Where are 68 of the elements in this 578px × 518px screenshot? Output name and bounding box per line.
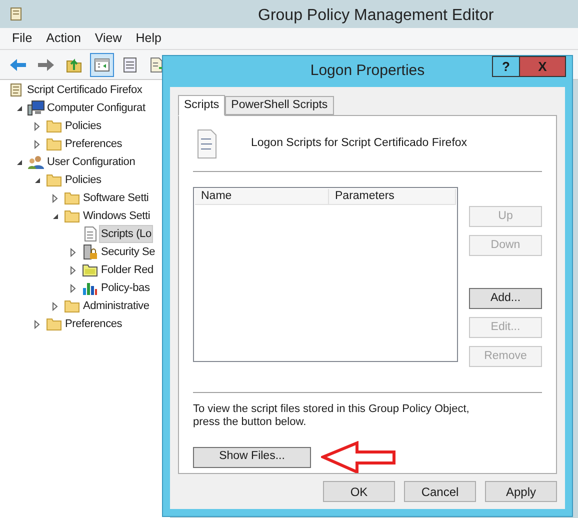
column-header[interactable]: Parameters	[329, 189, 456, 205]
tree-item[interactable]: Windows Setti	[81, 207, 152, 225]
folder-icon	[64, 209, 80, 223]
scripts-heading: Logon Scripts for Script Certificado Firefox	[251, 136, 468, 151]
scroll-icon	[8, 6, 24, 22]
script-icon	[82, 226, 98, 242]
toolbar-button[interactable]	[90, 52, 114, 76]
forward-arrow-icon	[37, 58, 55, 72]
tree-item[interactable]: Preferences	[63, 315, 124, 333]
collapsed-caret-icon[interactable]	[34, 122, 40, 130]
back-arrow-icon	[9, 58, 27, 72]
menu-item[interactable]: File	[6, 29, 38, 48]
computer-icon	[26, 100, 44, 116]
tree-item[interactable]: Script Certificado Firefox	[25, 81, 144, 99]
dialog-title: Logon Properties	[310, 61, 425, 82]
tree-item[interactable]: Administrative	[81, 297, 152, 315]
show-files-button[interactable]: Show Files...	[193, 446, 311, 468]
dialog-button[interactable]: Apply	[485, 481, 557, 502]
info-text: To view the script files stored in this Group Policy Object, press the button below.	[193, 403, 470, 429]
expanded-caret-icon[interactable]	[34, 176, 40, 184]
collapsed-caret-icon[interactable]	[52, 194, 58, 202]
console-tree-icon	[94, 56, 110, 72]
tree-item[interactable]: Scripts (Lo	[99, 225, 154, 243]
folder-icon	[64, 191, 80, 205]
users-icon	[26, 154, 44, 170]
folder-icon	[82, 263, 98, 277]
collapsed-caret-icon[interactable]	[34, 140, 40, 148]
tree-item[interactable]: Folder Red	[99, 261, 156, 279]
menu-item[interactable]: View	[88, 29, 128, 48]
column-header[interactable]: Name	[195, 189, 329, 205]
tree-item[interactable]: Software Setti	[81, 189, 151, 207]
collapsed-caret-icon[interactable]	[34, 320, 40, 328]
close-button[interactable]: X	[520, 56, 566, 77]
tree-item[interactable]: Computer Configurat	[45, 99, 148, 117]
scroll-icon	[8, 82, 24, 98]
pointing-arrow-icon	[321, 441, 397, 473]
collapsed-caret-icon[interactable]	[70, 248, 76, 256]
script-file-icon	[197, 128, 217, 158]
server-lock-icon	[82, 244, 98, 260]
tree-item[interactable]: Policies	[63, 117, 104, 135]
folder-icon	[46, 173, 62, 187]
properties-icon	[122, 56, 138, 72]
folder-icon	[46, 119, 62, 133]
window-title: Group Policy Management Editor	[258, 6, 494, 26]
menu-item[interactable]: Action	[40, 29, 87, 48]
folder-icon	[46, 317, 62, 331]
tab[interactable]: PowerShell Scripts	[225, 96, 334, 115]
folder-up-icon	[66, 56, 82, 72]
folder-icon	[64, 299, 80, 313]
folder-icon	[46, 137, 62, 151]
help-button[interactable]: ?	[492, 56, 520, 77]
tab[interactable]: Scripts	[178, 95, 226, 116]
tree-item[interactable]: Policy-bas	[99, 279, 152, 297]
dialog-button[interactable]: Cancel	[404, 481, 476, 502]
expanded-caret-icon[interactable]	[16, 104, 22, 112]
bar-chart-icon	[82, 280, 98, 296]
tree-item[interactable]: Policies	[63, 171, 104, 189]
dialog-button[interactable]: OK	[323, 481, 395, 502]
tree-item[interactable]: Security Se	[99, 243, 158, 261]
expanded-caret-icon[interactable]	[16, 158, 22, 166]
menu-item[interactable]: Help	[130, 29, 168, 48]
tree-item[interactable]: User Configuration	[45, 153, 138, 171]
action-button[interactable]: Add...	[469, 288, 542, 309]
expanded-caret-icon[interactable]	[52, 212, 58, 220]
collapsed-caret-icon[interactable]	[70, 266, 76, 274]
collapsed-caret-icon[interactable]	[52, 302, 58, 310]
tree-item[interactable]: Preferences	[63, 135, 124, 153]
collapsed-caret-icon[interactable]	[70, 284, 76, 292]
